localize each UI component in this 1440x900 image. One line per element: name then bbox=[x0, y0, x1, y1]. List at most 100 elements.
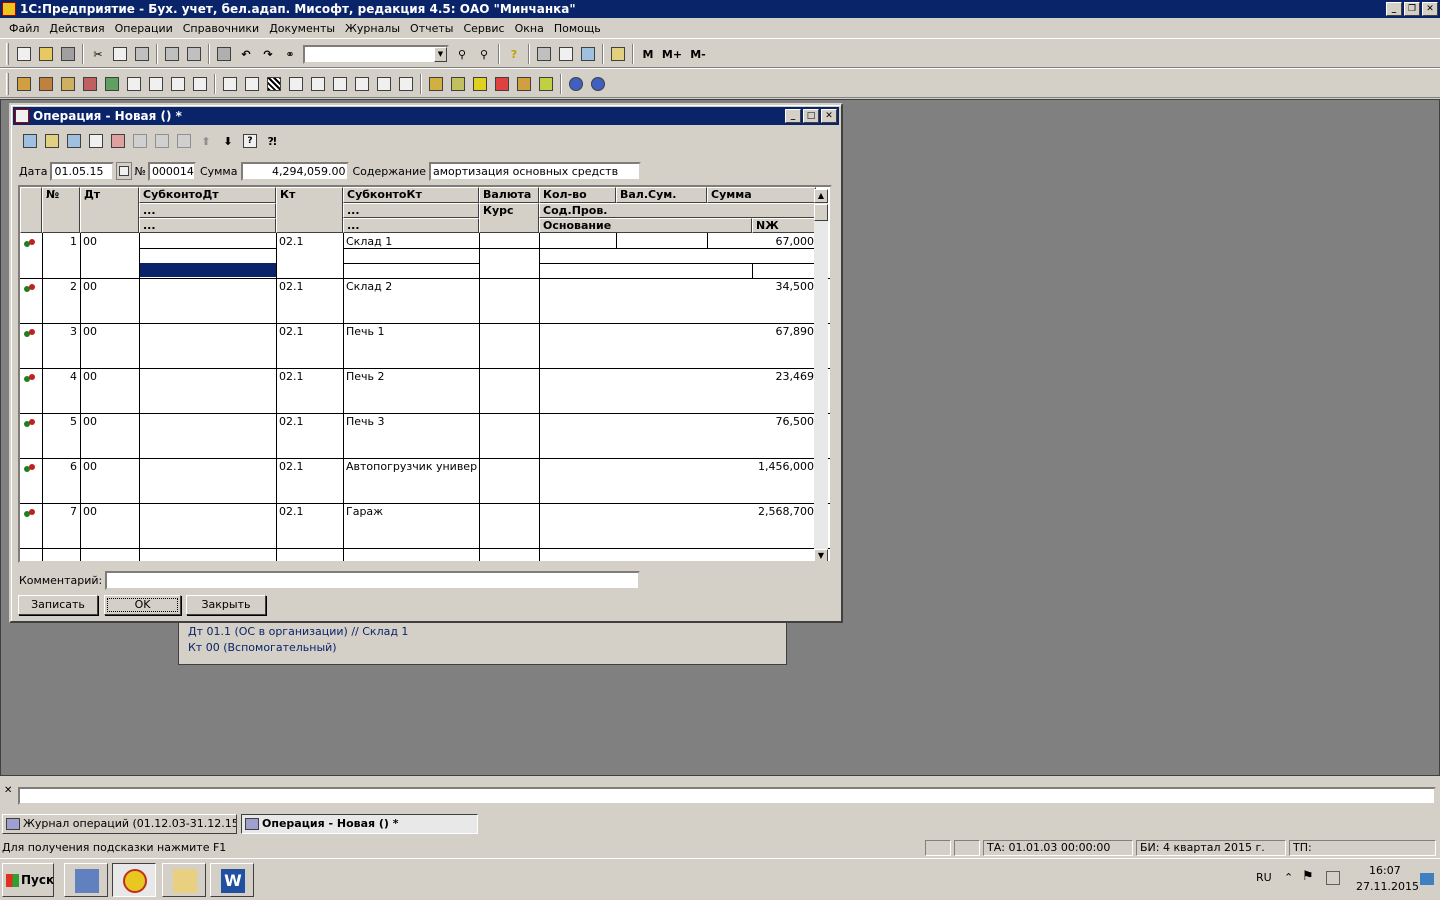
tool-5-icon[interactable] bbox=[514, 74, 534, 94]
task-journal[interactable]: Журнал операций (01.12.03-31.12.15) bbox=[2, 814, 237, 834]
col-sod-header[interactable]: Сод.Пров. bbox=[539, 203, 816, 218]
col-currency-header[interactable]: Валюта bbox=[479, 187, 539, 203]
move-up-icon[interactable]: ⬆ bbox=[196, 131, 216, 151]
menu-actions[interactable]: Действия bbox=[44, 22, 109, 35]
redo-icon[interactable]: ↷ bbox=[258, 44, 278, 64]
cut-icon[interactable]: ✂ bbox=[88, 44, 108, 64]
disabled-1-icon[interactable] bbox=[130, 131, 150, 151]
col-valsum-header[interactable]: Вал.Сум. bbox=[616, 187, 707, 203]
clock-time[interactable]: 16:07 bbox=[1369, 864, 1401, 877]
scroll-thumb[interactable] bbox=[814, 204, 828, 221]
close-icon[interactable]: ✕ bbox=[1422, 2, 1438, 16]
edit-row-icon[interactable] bbox=[64, 131, 84, 151]
scroll-down-icon[interactable]: ▼ bbox=[814, 549, 828, 561]
col-dt-header[interactable]: Дт bbox=[80, 187, 139, 233]
close-icon[interactable]: ✕ bbox=[4, 786, 14, 796]
move-down-icon[interactable]: ⬇ bbox=[218, 131, 238, 151]
edit-text-icon[interactable] bbox=[578, 44, 598, 64]
report-1-icon[interactable] bbox=[220, 74, 240, 94]
show-desktop-icon[interactable] bbox=[1420, 873, 1434, 885]
help-icon[interactable]: ? bbox=[240, 131, 260, 151]
delete-marked-icon[interactable] bbox=[80, 74, 100, 94]
open-folder-icon[interactable] bbox=[36, 44, 56, 64]
explorer-app-button[interactable] bbox=[162, 863, 206, 897]
clock-date[interactable]: 27.11.2015 bbox=[1356, 880, 1419, 893]
flag-icon[interactable]: ⚑ bbox=[1302, 869, 1314, 884]
col-basis-header[interactable]: Основание bbox=[539, 218, 752, 233]
calendar-icon[interactable] bbox=[116, 162, 133, 180]
find-prev-icon[interactable]: ⚲ bbox=[474, 44, 494, 64]
report-9-icon[interactable] bbox=[396, 74, 416, 94]
col-subkonto-dt-header[interactable]: СубконтоДт bbox=[139, 187, 276, 203]
entries-table[interactable]: № Дт СубконтоДт ... ... Кт СубконтоКт ..… bbox=[18, 185, 832, 563]
col-subkonto-kt2-header[interactable]: ... bbox=[343, 203, 479, 218]
calendar-icon[interactable] bbox=[556, 44, 576, 64]
menu-windows[interactable]: Окна bbox=[510, 22, 549, 35]
content-field[interactable]: амортизация основных средств bbox=[429, 161, 641, 181]
undo-icon[interactable]: ↶ bbox=[236, 44, 256, 64]
scroll-up-icon[interactable]: ▲ bbox=[814, 189, 828, 203]
memory-mplus-button[interactable]: M+ bbox=[660, 44, 684, 64]
copy-icon[interactable] bbox=[110, 44, 130, 64]
col-qty-header[interactable]: Кол-во bbox=[539, 187, 616, 203]
col-rate-header[interactable]: Курс bbox=[479, 203, 539, 233]
col-sum-header[interactable]: Сумма bbox=[707, 187, 816, 203]
word-app-button[interactable]: W bbox=[210, 863, 254, 897]
close-icon[interactable]: ✕ bbox=[821, 109, 837, 123]
start-button[interactable]: Пуск bbox=[2, 863, 54, 897]
report-3-icon[interactable] bbox=[264, 74, 284, 94]
paste-icon[interactable] bbox=[132, 44, 152, 64]
restore-icon[interactable]: ❐ bbox=[1404, 2, 1420, 16]
tool-1-icon[interactable] bbox=[426, 74, 446, 94]
selected-cell[interactable] bbox=[140, 263, 276, 277]
calculator-icon[interactable] bbox=[534, 44, 554, 64]
keyboard-app-button[interactable] bbox=[64, 863, 108, 897]
menu-file[interactable]: Файл bbox=[4, 22, 44, 35]
task-operation[interactable]: Операция - Новая () * bbox=[241, 814, 478, 834]
globe-2-icon[interactable] bbox=[588, 74, 608, 94]
col-kt-header[interactable]: Кт bbox=[276, 187, 343, 233]
message-field[interactable] bbox=[18, 787, 1436, 805]
menu-documents[interactable]: Документы bbox=[264, 22, 340, 35]
minimize-icon[interactable]: _ bbox=[785, 109, 801, 123]
menu-reports[interactable]: Отчеты bbox=[405, 22, 458, 35]
report-7-icon[interactable] bbox=[352, 74, 372, 94]
report-8-icon[interactable] bbox=[374, 74, 394, 94]
col-nzh-header[interactable]: NЖ bbox=[752, 218, 816, 233]
operations-icon[interactable] bbox=[36, 74, 56, 94]
language-indicator[interactable]: RU bbox=[1256, 871, 1272, 884]
vertical-scrollbar[interactable]: ▲ ▼ bbox=[814, 189, 828, 561]
disabled-3-icon[interactable] bbox=[174, 131, 194, 151]
memory-m-button[interactable]: M bbox=[638, 44, 658, 64]
tool-3-icon[interactable] bbox=[470, 74, 490, 94]
col-subkonto-kt-header[interactable]: СубконтоКт bbox=[343, 187, 479, 203]
number-field[interactable]: 000014 bbox=[147, 161, 196, 181]
properties-icon[interactable] bbox=[214, 44, 234, 64]
delete-row-icon[interactable] bbox=[108, 131, 128, 151]
minimize-icon[interactable]: _ bbox=[1386, 2, 1402, 16]
sum-field[interactable]: 4,294,059.00 bbox=[241, 161, 350, 181]
book-icon[interactable] bbox=[608, 44, 628, 64]
tool-2-icon[interactable] bbox=[448, 74, 468, 94]
new-document-icon[interactable] bbox=[14, 44, 34, 64]
report-6-icon[interactable] bbox=[330, 74, 350, 94]
toolbar-grip[interactable] bbox=[6, 73, 9, 95]
report-5-icon[interactable] bbox=[308, 74, 328, 94]
ok-button[interactable]: OK bbox=[104, 595, 181, 615]
chart-of-accounts-icon[interactable] bbox=[14, 74, 34, 94]
binoculars-icon[interactable]: ⚭ bbox=[280, 44, 300, 64]
tool-6-icon[interactable] bbox=[536, 74, 556, 94]
globe-icon[interactable] bbox=[566, 74, 586, 94]
copy-row-icon[interactable] bbox=[42, 131, 62, 151]
cash-out-icon[interactable] bbox=[168, 74, 188, 94]
journal-icon[interactable] bbox=[58, 74, 78, 94]
add-row-icon[interactable] bbox=[20, 131, 40, 151]
print-preview-icon[interactable] bbox=[184, 44, 204, 64]
col-subkonto-dt2-header[interactable]: ... bbox=[139, 203, 276, 218]
tool-4-icon[interactable] bbox=[492, 74, 512, 94]
save-button[interactable]: Записать bbox=[18, 595, 98, 615]
menu-help[interactable]: Помощь bbox=[549, 22, 606, 35]
col-num-header[interactable]: № bbox=[42, 187, 80, 233]
help-icon[interactable]: ? bbox=[504, 44, 524, 64]
memory-mminus-button[interactable]: M- bbox=[686, 44, 710, 64]
